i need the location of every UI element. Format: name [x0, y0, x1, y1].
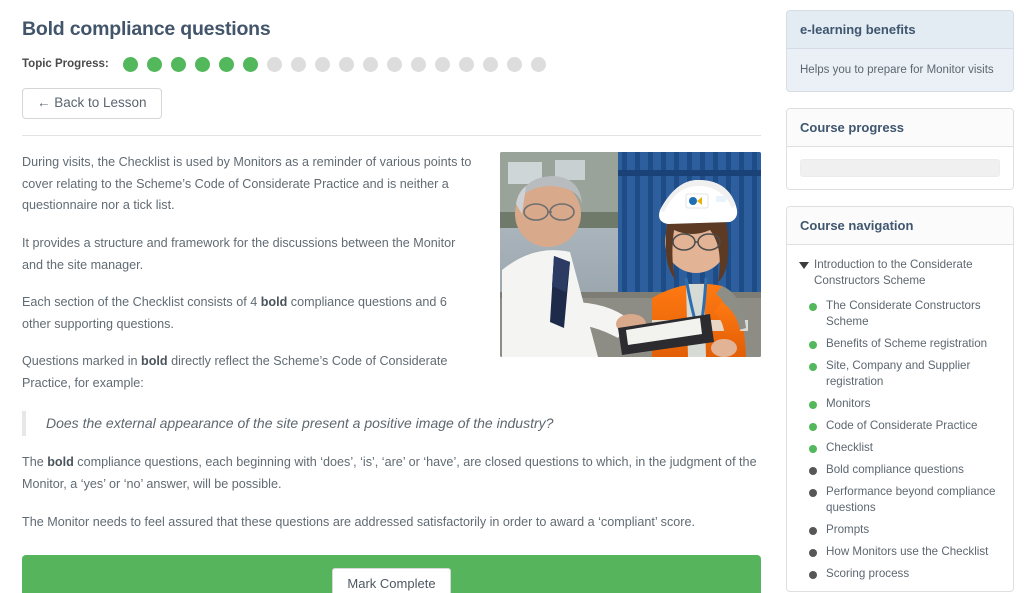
nav-item[interactable]: Performance beyond compliance questions — [797, 481, 1003, 519]
nav-item-label: Code of Considerate Practice — [826, 418, 978, 432]
paragraph-3-part-a: Each section of the Checklist consists o… — [22, 295, 261, 310]
progress-dot-incomplete[interactable] — [290, 56, 306, 72]
course-progress-body — [787, 147, 1013, 189]
header-divider — [22, 134, 761, 136]
mark-complete-bar: Mark Complete — [22, 555, 761, 593]
elearning-benefits-heading: e-learning benefits — [787, 11, 1013, 49]
paragraph-4-bold: bold — [141, 354, 168, 369]
elearning-benefits-text: Helps you to prepare for Monitor visits — [800, 64, 994, 76]
paragraph-5-bold: bold — [47, 455, 74, 470]
main-content-column: Bold compliance questions Topic Progress… — [0, 0, 780, 593]
nav-item-label: The Considerate Constructors Scheme — [826, 299, 981, 329]
status-dot-incomplete-icon — [809, 526, 817, 535]
progress-dot-complete[interactable] — [218, 56, 234, 72]
progress-dot-incomplete[interactable] — [530, 56, 546, 72]
nav-item-label: Site, Company and Supplier registration — [826, 359, 971, 388]
panel-course-navigation: Course navigation Introduction to the Co… — [786, 206, 1014, 592]
paragraph-4: Questions marked in bold directly reflec… — [22, 351, 761, 394]
nav-item[interactable]: Bold compliance questions — [797, 459, 1003, 481]
topic-progress: Topic Progress: — [22, 55, 762, 73]
nav-item-label: How Monitors use the Checklist — [826, 544, 989, 558]
status-dot-incomplete-icon — [809, 570, 817, 579]
progress-dot-incomplete[interactable] — [386, 56, 402, 72]
progress-dot-incomplete[interactable] — [506, 56, 522, 72]
paragraph-5-part-a: The — [22, 455, 48, 470]
progress-dot-incomplete[interactable] — [458, 56, 474, 72]
progress-dot-incomplete[interactable] — [434, 56, 450, 72]
lesson-page: Bold compliance questions Topic Progress… — [0, 0, 1024, 593]
nav-item-label: Performance beyond compliance questions — [826, 484, 996, 514]
nav-item[interactable]: Monitors — [797, 393, 1003, 415]
status-dot-complete-icon — [809, 422, 817, 431]
nav-section-introduction[interactable]: Introduction to the Considerate Construc… — [797, 255, 1003, 295]
course-navigation-heading: Course navigation — [787, 207, 1013, 246]
status-dot-complete-icon — [809, 303, 817, 312]
nav-item-label: Benefits of Scheme registration — [826, 337, 988, 351]
panel-elearning-benefits: e-learning benefits Helps you to prepare… — [786, 10, 1014, 93]
status-dot-complete-icon — [809, 341, 817, 350]
status-dot-complete-icon — [809, 363, 817, 372]
nav-item-label: Checklist — [826, 440, 874, 454]
example-question-text: Does the external appearance of the site… — [46, 414, 554, 431]
nav-item[interactable]: Benefits of Scheme registration — [797, 333, 1003, 355]
progress-dot-complete[interactable] — [242, 56, 258, 72]
nav-item[interactable]: Code of Considerate Practice — [797, 415, 1003, 437]
nav-item-label: Bold compliance questions — [826, 462, 964, 476]
nav-item[interactable]: Scoring process — [797, 563, 1003, 585]
status-dot-incomplete-icon — [809, 466, 817, 475]
topic-progress-dots — [122, 56, 546, 72]
panel-course-progress: Course progress — [786, 108, 1014, 191]
course-progress-heading: Course progress — [787, 109, 1013, 148]
paragraph-6: The Monitor needs to feel assured that t… — [22, 514, 695, 529]
lesson-photo — [500, 151, 761, 357]
nav-item-label: Prompts — [826, 522, 870, 536]
status-dot-incomplete-icon — [809, 548, 817, 557]
course-navigation-list: Introduction to the Considerate Construc… — [787, 245, 1013, 591]
progress-dot-complete[interactable] — [122, 56, 138, 72]
progress-dot-incomplete[interactable] — [266, 56, 282, 72]
nav-item[interactable]: How Monitors use the Checklist — [797, 541, 1003, 563]
paragraph-5: The bold compliance questions, each begi… — [22, 452, 761, 495]
progress-dot-complete[interactable] — [194, 56, 210, 72]
paragraph-5-part-c: compliance questions, each beginning wit… — [22, 455, 757, 492]
mark-complete-button[interactable]: Mark Complete — [332, 567, 451, 593]
progress-dot-complete[interactable] — [146, 56, 162, 72]
example-blockquote: Does the external appearance of the site… — [22, 410, 761, 437]
status-dot-incomplete-icon — [809, 488, 817, 497]
status-dot-complete-icon — [809, 400, 817, 409]
nav-item[interactable]: The Considerate Constructors Scheme — [797, 295, 1003, 333]
back-to-lesson-button[interactable]: ← Back to Lesson — [22, 88, 162, 119]
progress-dot-incomplete[interactable] — [410, 56, 426, 72]
status-dot-complete-icon — [809, 444, 817, 453]
nav-items-container: The Considerate Constructors Scheme Benef… — [797, 295, 1003, 585]
nav-section-label: Introduction to the Considerate Construc… — [814, 258, 973, 288]
progress-dot-complete[interactable] — [170, 56, 186, 72]
paragraph-3-bold: bold — [260, 295, 288, 310]
lesson-body: During visits, the Checklist is used by … — [22, 151, 761, 593]
page-title: Bold compliance questions — [22, 18, 271, 40]
nav-item[interactable]: Checklist — [797, 437, 1003, 459]
nav-item[interactable]: Site, Company and Supplier registration — [797, 355, 1003, 393]
nav-item-label: Monitors — [826, 396, 871, 410]
progress-dot-incomplete[interactable] — [338, 56, 354, 72]
topic-progress-label: Topic Progress: — [22, 58, 109, 71]
sidebar: e-learning benefits Helps you to prepare… — [786, 10, 1014, 593]
site-visit-photo-graphic — [500, 151, 761, 357]
nav-item-label: Scoring process — [826, 566, 910, 580]
nav-item[interactable]: Prompts — [797, 519, 1003, 541]
course-progress-bar — [800, 159, 1000, 178]
chevron-down-icon — [799, 262, 809, 270]
progress-dot-incomplete[interactable] — [314, 56, 330, 72]
progress-dot-incomplete[interactable] — [482, 56, 498, 72]
progress-dot-incomplete[interactable] — [362, 56, 378, 72]
paragraph-4-part-a: Questions marked in — [22, 354, 141, 369]
